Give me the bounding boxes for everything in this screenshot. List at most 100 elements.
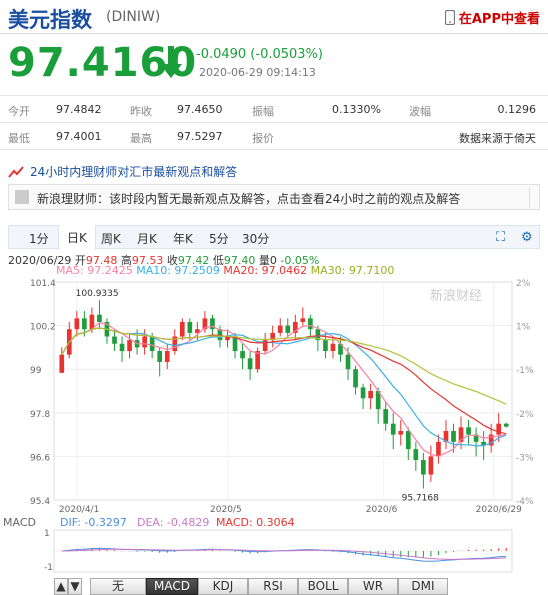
x-tick-label: 2020/6/29 xyxy=(476,505,522,515)
candle-body xyxy=(285,325,291,333)
indicator-macd[interactable]: MACD xyxy=(146,578,198,595)
y-tick-label-right: 1% xyxy=(516,323,531,333)
wave-label: 波幅 xyxy=(409,105,431,118)
x-tick-label: 2020/5 xyxy=(210,505,242,515)
candle-body xyxy=(405,430,411,450)
tab-30min[interactable]: 30分 xyxy=(242,230,269,247)
page-title: 美元指数 xyxy=(8,8,92,32)
macd-dif: DIF: -0.3297 xyxy=(60,516,127,529)
max-annotation: 100.9335 xyxy=(76,289,119,299)
candle-body xyxy=(360,387,366,399)
tab-yearly[interactable]: 年K xyxy=(173,230,193,247)
candle-body xyxy=(149,336,155,352)
candle-body xyxy=(127,340,132,352)
candle-body xyxy=(451,430,456,442)
settings-icon[interactable]: ⚙ xyxy=(521,230,533,245)
y-tick-label: 96.6 xyxy=(30,453,50,463)
news-header-label: 24小时内理财师对汇市最新观点和解答 xyxy=(30,165,238,179)
axis-labels: 101.4 2%100.2 1%99 -1%97.8 -2%96.6 -3%95.4 -4%… xyxy=(30,279,534,515)
news-text: 新浪理财师：该时段内暂无最新观点及解答，点击查看24小时之前的观点及解答 xyxy=(37,192,461,206)
fullscreen-icon[interactable]: ⛶ xyxy=(496,230,505,245)
y-tick-label-right: 2% xyxy=(516,279,531,289)
news-item[interactable]: 新浪理财师：该时段内暂无最新观点及解答，点击查看24小时之前的观点及解答 xyxy=(8,184,540,210)
candle-body xyxy=(368,391,373,399)
candle-body xyxy=(398,430,404,435)
candle-body xyxy=(247,358,253,370)
tab-1min[interactable]: 1分 xyxy=(29,230,49,247)
tab-5min[interactable]: 5分 xyxy=(209,230,229,247)
macd-tick-label: -1 xyxy=(44,563,53,573)
y-tick-label: 100.2 xyxy=(30,323,56,333)
candle-body xyxy=(300,318,306,322)
open-label: 今开 xyxy=(8,105,30,118)
y-tick-label-right: -1% xyxy=(516,366,534,376)
candle-body xyxy=(383,409,389,424)
stats-table: 今开 97.4842 昨收 97.4650 振幅 0.1330% 波幅 0.12… xyxy=(0,95,548,150)
candle-body xyxy=(187,321,193,333)
news-header[interactable]: 24小时内理财师对汇市最新观点和解答 xyxy=(8,163,237,180)
price-change: -0.0490 (-0.0503%) xyxy=(196,47,323,62)
candle-body xyxy=(353,369,358,388)
indicator-none[interactable]: 无 xyxy=(90,578,146,595)
indicator-rsi[interactable]: RSI xyxy=(248,578,298,595)
avatar xyxy=(15,190,29,204)
candle-body xyxy=(119,343,125,352)
tab-weekly[interactable]: 周K xyxy=(101,230,121,247)
quote-time: 2020-06-29 09:14:13 xyxy=(199,66,316,79)
candle-body xyxy=(240,351,245,359)
candles xyxy=(59,300,509,489)
scroll-down-button[interactable]: ▼ xyxy=(68,578,82,595)
header-bar: 美元指数 (DINIW) 在APP中查看 xyxy=(0,0,548,34)
macd-value: MACD: 0.3064 xyxy=(216,516,295,529)
indicator-wr[interactable]: WR xyxy=(348,578,398,595)
candle-body xyxy=(330,343,336,352)
x-tick-label: 2020/4/1 xyxy=(59,505,99,515)
candle-body xyxy=(82,318,87,330)
candle-body xyxy=(428,456,434,475)
low-value: 97.4001 xyxy=(56,130,102,143)
chart-grid xyxy=(53,281,513,501)
open-in-app-link[interactable]: 在APP中查看 xyxy=(444,8,540,27)
candle-body xyxy=(74,318,80,330)
watermark: 新浪财经 xyxy=(430,288,482,304)
macd-dea: DEA: -0.4829 xyxy=(137,516,209,529)
prev-close-value: 97.4650 xyxy=(177,103,223,116)
candle-body xyxy=(157,351,163,362)
candle-body xyxy=(323,340,328,352)
open-in-app-label: 在APP中查看 xyxy=(458,12,540,27)
candle-body xyxy=(390,423,396,435)
wave-value: 0.1296 xyxy=(497,103,537,116)
period-tabs: 1分 日K 周K 月K 年K 5分 30分 ⛶ ⚙ xyxy=(8,225,540,250)
macd-panel: 1 -1 xyxy=(44,529,513,573)
candle-body xyxy=(421,460,426,475)
kline-chart[interactable]: 101.4 2%100.2 1%99 -1%97.8 -2%96.6 -3%95.4 -4%… xyxy=(0,272,548,578)
indicator-kdj[interactable]: KDJ xyxy=(198,578,248,595)
y-tick-label-right: -3% xyxy=(516,453,534,463)
plot-frame xyxy=(53,281,513,501)
y-tick-label: 101.4 xyxy=(30,279,56,289)
candle-body xyxy=(413,449,419,461)
candle-body xyxy=(164,351,170,362)
tab-monthly[interactable]: 月K xyxy=(137,230,157,247)
tab-daily[interactable]: 日K xyxy=(58,225,96,250)
indicator-boll[interactable]: BOLL xyxy=(298,578,348,595)
y-tick-label-right: -2% xyxy=(516,410,534,420)
candle-body xyxy=(97,314,102,322)
candle-body xyxy=(217,329,223,341)
prev-close-label: 昨收 xyxy=(130,105,152,118)
trend-icon xyxy=(8,165,24,178)
open-value: 97.4842 xyxy=(56,103,102,116)
macd-label: MACD xyxy=(3,516,36,529)
stats-row: 今开 97.4842 昨收 97.4650 振幅 0.1330% 波幅 0.12… xyxy=(0,96,548,123)
low-label: 最低 xyxy=(8,132,30,145)
indicator-dmi[interactable]: DMI xyxy=(398,578,448,595)
y-tick-label: 95.4 xyxy=(30,497,50,507)
scroll-up-button[interactable]: ▲ xyxy=(54,578,68,595)
candle-body xyxy=(112,336,117,344)
min-annotation: 95.7168 xyxy=(402,493,439,503)
y-tick-label: 99 xyxy=(30,366,42,376)
x-tick-label: 2020/6 xyxy=(366,505,398,515)
scrollbar[interactable] xyxy=(529,187,537,207)
candle-body xyxy=(345,354,351,370)
candle-body xyxy=(277,325,283,333)
